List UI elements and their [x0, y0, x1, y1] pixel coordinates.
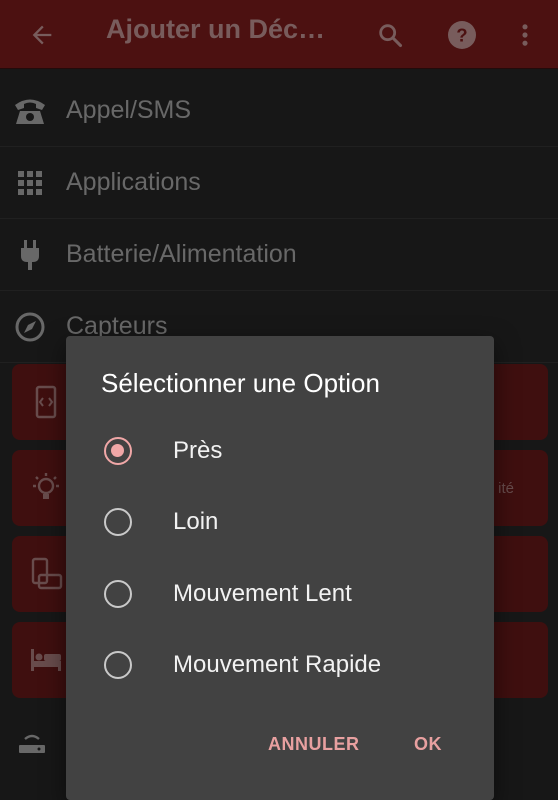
option-mouvement-lent[interactable]: Mouvement Lent: [66, 562, 494, 626]
option-label: Près: [173, 437, 223, 464]
option-mouvement-rapide[interactable]: Mouvement Rapide: [66, 633, 494, 697]
ok-button[interactable]: OK: [414, 734, 442, 755]
dialog-title: Sélectionner une Option: [101, 368, 380, 398]
radio-button[interactable]: [104, 580, 132, 608]
cancel-button[interactable]: ANNULER: [268, 734, 360, 755]
option-pres[interactable]: Près: [66, 419, 494, 483]
option-loin[interactable]: Loin: [66, 490, 494, 554]
select-option-dialog: Sélectionner une Option Près Loin Mouvem…: [66, 336, 494, 800]
radio-button-checked[interactable]: [104, 437, 132, 465]
option-label: Loin: [173, 508, 219, 535]
option-label: Mouvement Lent: [173, 580, 352, 607]
radio-button[interactable]: [104, 651, 132, 679]
radio-button[interactable]: [104, 508, 132, 536]
option-label: Mouvement Rapide: [173, 651, 382, 678]
